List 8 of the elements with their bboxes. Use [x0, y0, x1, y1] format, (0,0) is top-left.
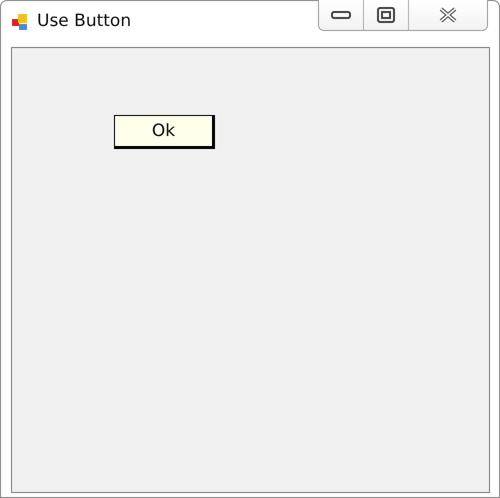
restore-icon — [377, 7, 395, 23]
close-icon — [438, 7, 458, 23]
ok-button[interactable]: Ok — [114, 115, 215, 149]
restore-button[interactable] — [364, 0, 409, 30]
app-icon — [11, 13, 29, 31]
window-title: Use Button — [37, 11, 132, 31]
minimize-icon — [331, 10, 351, 20]
minimize-button[interactable] — [319, 0, 364, 30]
